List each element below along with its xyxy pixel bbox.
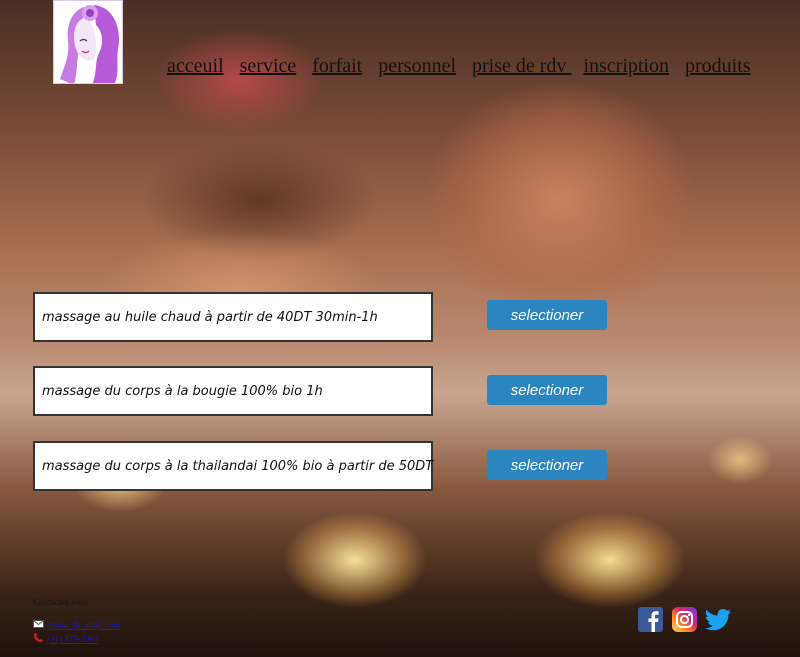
mail-icon: [33, 620, 44, 630]
offer-box: massage au huile chaud à partir de 40DT …: [33, 292, 433, 342]
spa-logo: [53, 0, 123, 84]
phone-link[interactable]: (31) 373-2363: [47, 634, 99, 644]
main-nav: acceuil service forfait personnel prise …: [167, 55, 751, 78]
offer-text: massage au huile chaud à partir de 40DT …: [42, 309, 378, 325]
nav-link-acceuil[interactable]: acceuil: [167, 55, 224, 77]
contact-email: spaaa_flr_ex@.com: [33, 620, 120, 630]
select-offer-button[interactable]: selectioner: [487, 375, 607, 405]
offer-box: massage du corps à la thailandai 100% bi…: [33, 441, 433, 491]
nav-link-personnel[interactable]: personnel: [378, 55, 456, 77]
select-offer-button[interactable]: selectioner: [487, 450, 607, 480]
contact-phone: (31) 373-2363: [33, 633, 99, 645]
nav-link-service[interactable]: service: [240, 55, 297, 77]
offer-text: massage du corps à la thailandai 100% bi…: [42, 458, 434, 474]
facebook-icon[interactable]: [638, 607, 663, 632]
nav-link-forfait[interactable]: forfait: [312, 55, 362, 77]
offer-box: massage du corps à la bougie 100% bio 1h: [33, 366, 433, 416]
nav-link-prise-de-rdv[interactable]: prise de rdv: [472, 55, 571, 77]
twitter-icon[interactable]: [705, 607, 731, 632]
offer-text: massage du corps à la bougie 100% bio 1h: [42, 383, 323, 399]
contact-title: Contactez nous: [33, 597, 89, 607]
email-link[interactable]: spaaa_flr_ex@.com: [47, 620, 120, 630]
instagram-icon[interactable]: [672, 607, 697, 632]
select-offer-button[interactable]: selectioner: [487, 300, 607, 330]
nav-link-produits[interactable]: produits: [685, 55, 751, 77]
phone-icon: [33, 633, 44, 645]
nav-link-inscription[interactable]: inscription: [583, 55, 669, 77]
